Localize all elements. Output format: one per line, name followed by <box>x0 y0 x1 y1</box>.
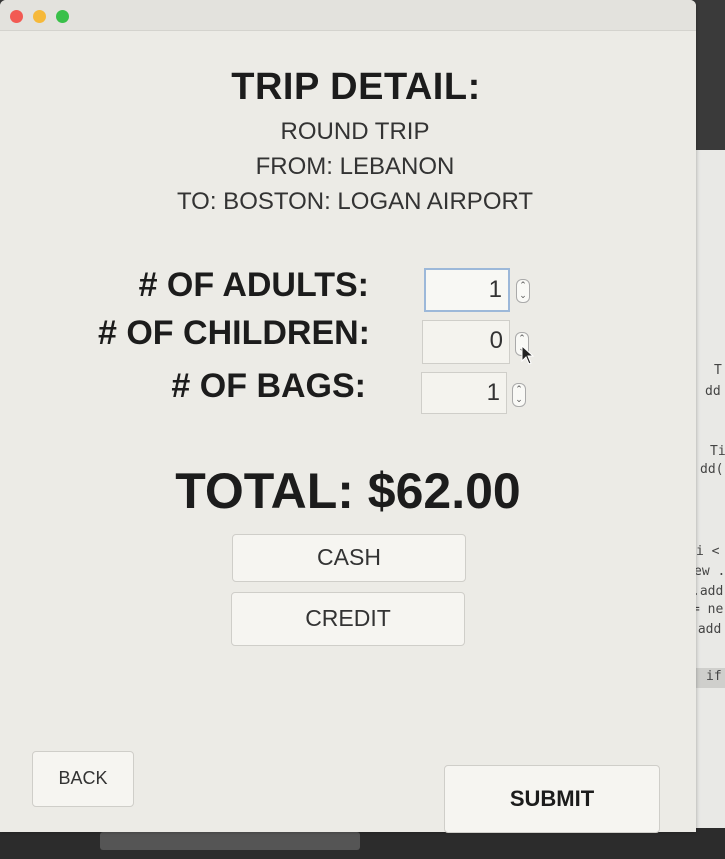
adults-label: # OF ADULTS: <box>138 266 369 304</box>
code-line: T <box>714 363 722 378</box>
adults-stepper-icon[interactable]: ⌃ ⌄ <box>516 279 530 303</box>
total-price: TOTAL: $62.00 <box>175 463 521 519</box>
bags-stepper-icon[interactable]: ⌃ ⌄ <box>512 383 526 407</box>
trip-destination: TO: BOSTON: LOGAN AIRPORT <box>176 188 534 215</box>
trip-detail-window: TRIP DETAIL: ROUND TRIP FROM: LEBANON TO… <box>0 0 696 833</box>
minimize-window-button[interactable] <box>33 10 46 23</box>
code-line: = ne <box>692 602 724 617</box>
bags-label: # OF BAGS: <box>171 367 366 405</box>
children-label: # OF CHILDREN: <box>98 314 370 352</box>
code-line: ew . <box>694 564 725 579</box>
code-line: if <box>706 669 722 684</box>
title-bar <box>0 0 696 31</box>
submit-button[interactable]: SUBMIT <box>444 765 660 833</box>
background-strip <box>100 832 360 850</box>
maximize-window-button[interactable] <box>56 10 69 23</box>
mouse-pointer-icon <box>521 344 535 370</box>
children-field[interactable]: 0 <box>422 320 510 364</box>
code-line: dd( <box>700 462 724 477</box>
trip-type: ROUND TRIP <box>280 118 430 145</box>
cash-button[interactable]: CASH <box>232 534 466 582</box>
code-line: dd <box>705 384 721 399</box>
code-line: i < <box>696 544 720 559</box>
page-title: TRIP DETAIL: <box>231 66 481 108</box>
bags-field[interactable]: 1 <box>421 372 507 414</box>
close-window-button[interactable] <box>10 10 23 23</box>
adults-field[interactable]: 1 <box>424 268 510 312</box>
credit-button[interactable]: CREDIT <box>231 592 465 646</box>
back-button[interactable]: BACK <box>32 751 134 807</box>
code-line: .add <box>692 584 724 599</box>
code-line: Ti <box>710 444 725 459</box>
trip-origin: FROM: LEBANON <box>255 153 455 180</box>
